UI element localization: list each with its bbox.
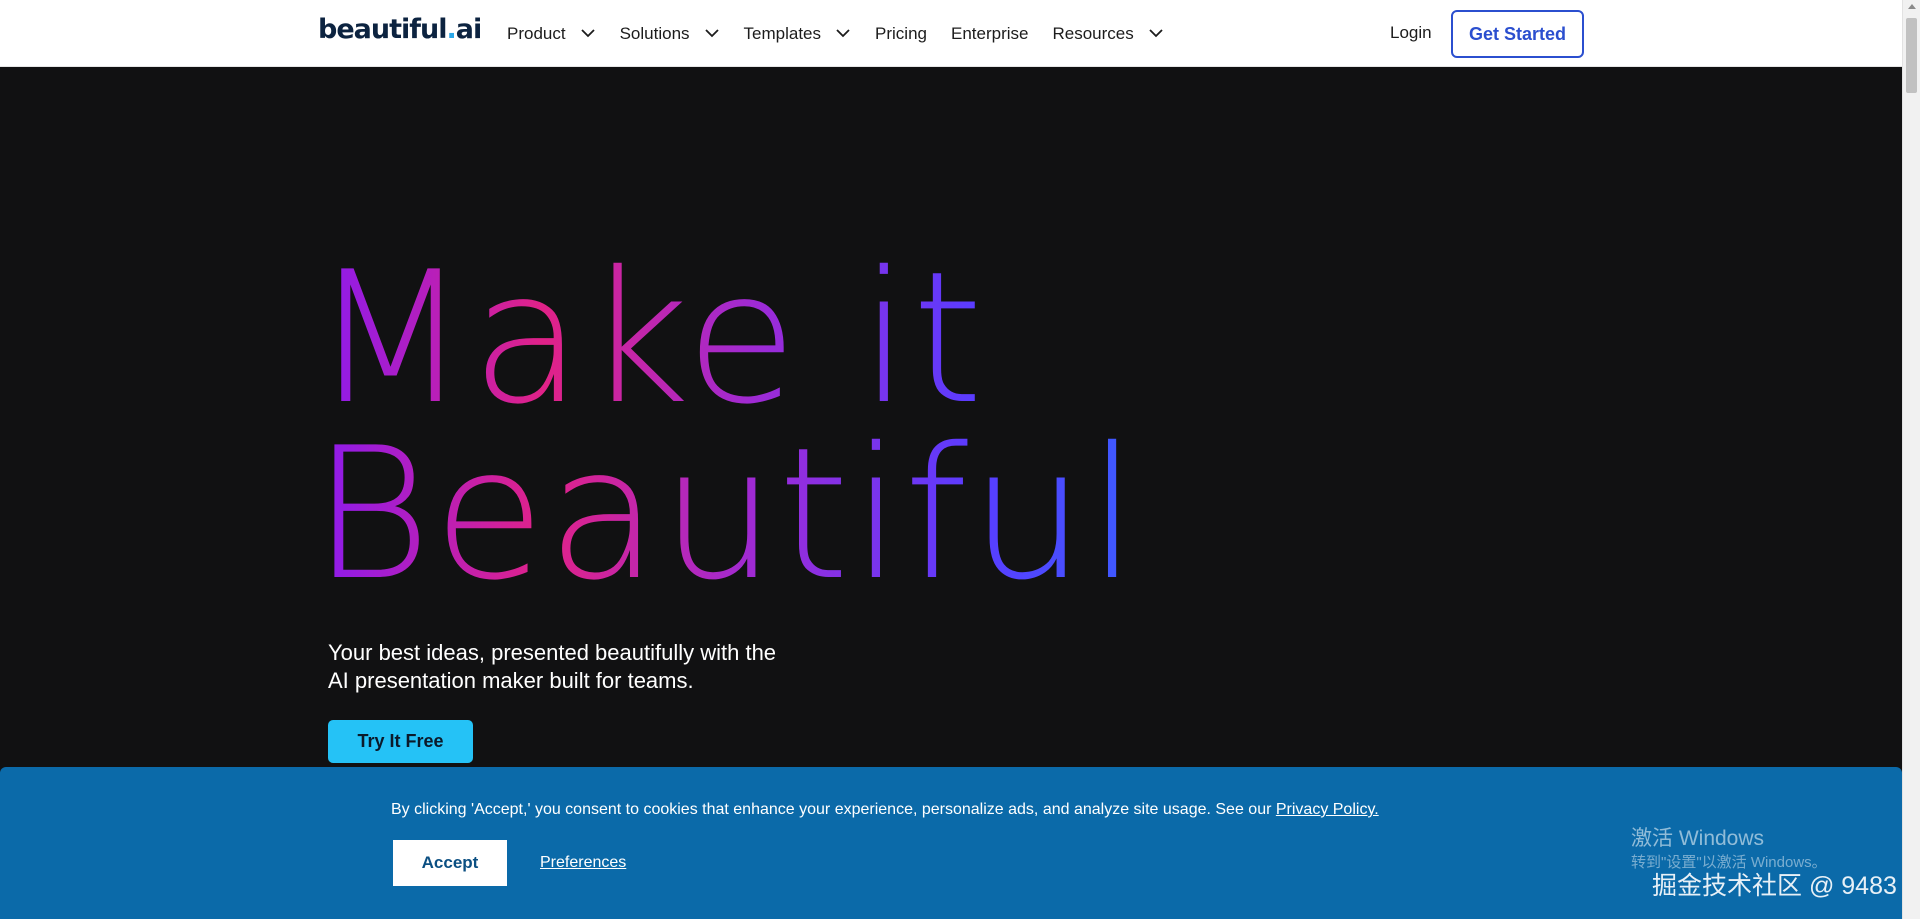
site-header: beautiful.ai Product Solutions Templates… [0, 0, 1902, 67]
nav-item-solutions[interactable]: Solutions [620, 24, 720, 44]
cookie-consent-text: By clicking 'Accept,' you consent to coo… [391, 801, 1379, 819]
nav-item-label: Enterprise [950, 23, 1029, 43]
nav-item-label: Pricing [875, 23, 927, 43]
nav-item-resources[interactable]: Resources [1052, 24, 1163, 44]
nav-item-enterprise[interactable]: Enterprise [951, 24, 1028, 44]
chevron-down-icon [1148, 26, 1164, 42]
chevron-down-icon [580, 26, 596, 42]
hero-title-line-1: Make it [312, 247, 1140, 429]
nav-item-pricing[interactable]: Pricing [875, 24, 927, 44]
windows-activation-title: 激活 Windows [1631, 827, 1765, 850]
hero-title-line-2: Beautiful [312, 408, 1140, 620]
scrollbar-thumb[interactable] [1906, 18, 1917, 93]
cookie-preferences-link[interactable]: Preferences [540, 854, 626, 872]
logo-text-main: beautiful [318, 14, 447, 45]
cookie-banner: By clicking 'Accept,' you consent to coo… [0, 767, 1902, 919]
page-scrollbar[interactable] [1902, 0, 1920, 919]
logo-text-suffix: ai [455, 14, 483, 45]
chevron-down-icon [704, 26, 720, 42]
nav-item-label: Templates [743, 23, 822, 43]
logo[interactable]: beautiful.ai [318, 14, 483, 45]
nav-item-product[interactable]: Product [507, 24, 596, 44]
hero-title: Make it Beautiful [312, 247, 1140, 620]
nav-item-label: Resources [1052, 23, 1134, 43]
scroll-up-arrow-icon[interactable] [1908, 4, 1916, 9]
chevron-down-icon [835, 26, 851, 42]
community-watermark: 掘金技术社区 @ 9483 [1652, 872, 1897, 900]
login-link[interactable]: Login [1390, 23, 1432, 43]
nav-item-templates[interactable]: Templates [744, 24, 851, 44]
accept-cookies-button[interactable]: Accept [393, 840, 507, 886]
nav-item-label: Product [507, 23, 566, 43]
main-nav: Product Solutions Templates Pricing Ente… [507, 0, 1188, 67]
cookie-consent-message: By clicking 'Accept,' you consent to coo… [391, 801, 1276, 818]
nav-item-label: Solutions [619, 23, 690, 43]
hero-subtitle: Your best ideas, presented beautifully w… [328, 640, 777, 693]
logo-dot: . [446, 14, 456, 45]
try-it-free-button[interactable]: Try It Free [328, 720, 473, 763]
get-started-button[interactable]: Get Started [1451, 10, 1584, 58]
privacy-policy-link[interactable]: Privacy Policy. [1276, 801, 1379, 818]
